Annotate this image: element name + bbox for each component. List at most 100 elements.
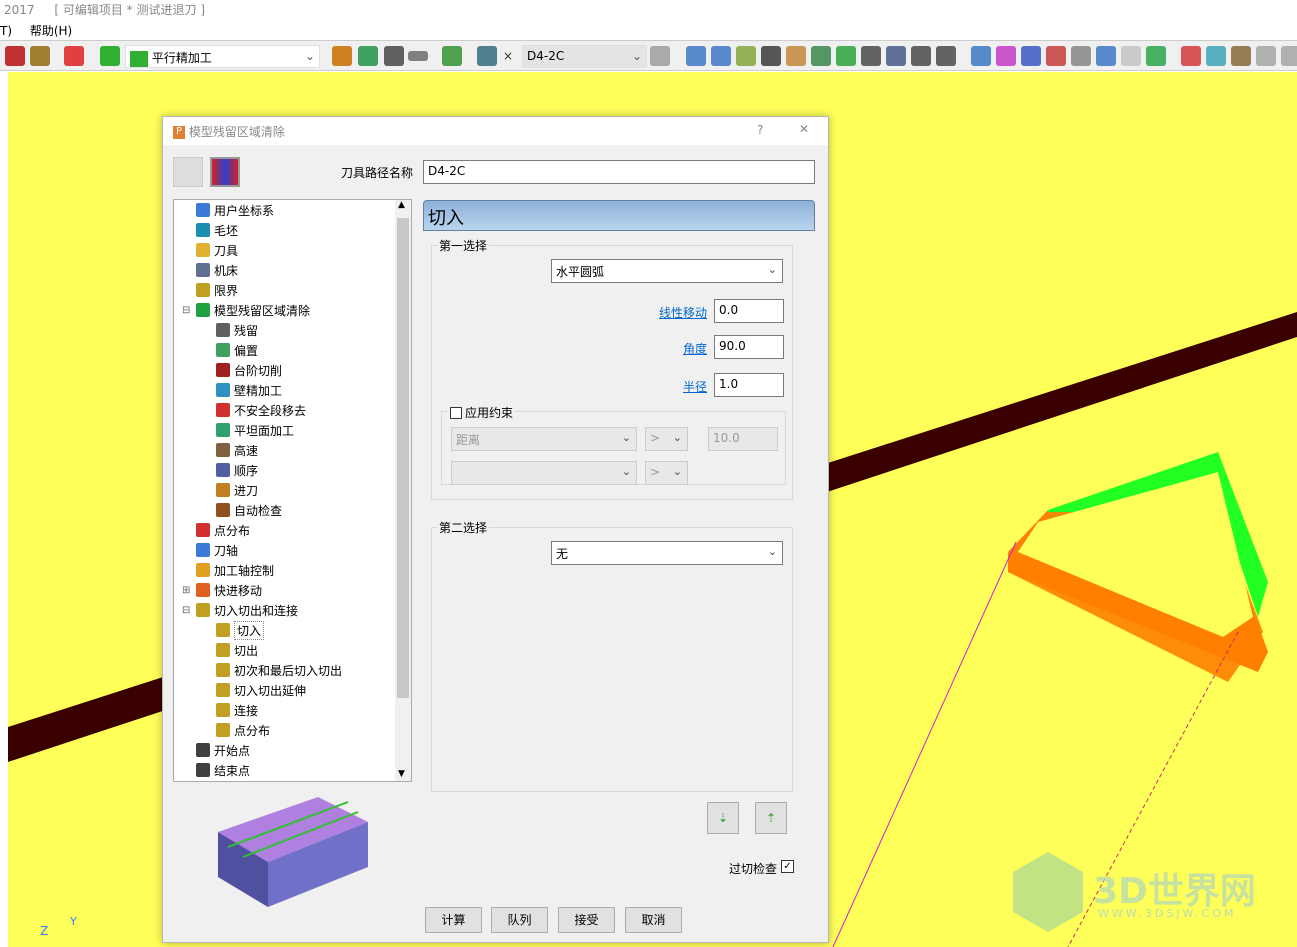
- constraint-type-select[interactable]: 距离 ⌄: [451, 427, 637, 451]
- toolbar-tool-icon[interactable]: [761, 46, 781, 66]
- second-choice-select[interactable]: 无 ⌄: [551, 541, 783, 565]
- first-choice-select[interactable]: 水平圆弧 ⌄: [551, 259, 783, 283]
- toolpath-preview-icon[interactable]: [210, 157, 240, 187]
- tree-item[interactable]: 点分布: [196, 520, 250, 540]
- gouge-check-checkbox[interactable]: ✓: [781, 860, 794, 873]
- radius-input[interactable]: 1.0: [714, 373, 784, 397]
- tree-item[interactable]: 自动检查: [216, 500, 282, 520]
- menu-help[interactable]: 帮助(H): [30, 24, 72, 38]
- tree-item[interactable]: ⊟ 模型残留区域清除: [182, 300, 310, 320]
- strategy-icon[interactable]: [100, 46, 120, 66]
- toolbar-tool-icon[interactable]: [686, 46, 706, 66]
- toolbar-tool-icon[interactable]: [1281, 46, 1297, 66]
- toolbar-tool-icon[interactable]: [836, 46, 856, 66]
- scroll-up-icon[interactable]: ▲: [398, 200, 405, 210]
- tool-select-icon[interactable]: [477, 46, 497, 66]
- tree-item[interactable]: 限界: [196, 280, 238, 300]
- verify-icon[interactable]: [358, 46, 378, 66]
- toolbar-tool-icon[interactable]: [1096, 46, 1116, 66]
- constraint-value-input[interactable]: 10.0: [708, 427, 778, 451]
- scroll-down-icon[interactable]: ▼: [398, 769, 405, 779]
- menu-tools[interactable]: T): [0, 24, 12, 38]
- toolbar-tool-icon[interactable]: [1256, 46, 1276, 66]
- tree-item[interactable]: 初次和最后切入切出: [216, 660, 342, 680]
- toolbar-tool-icon[interactable]: [996, 46, 1016, 66]
- toolpath-icon[interactable]: [5, 46, 25, 66]
- toolbar-tool-icon[interactable]: [1121, 46, 1141, 66]
- queue-button[interactable]: 队列: [491, 907, 548, 933]
- constraint-type-2-select[interactable]: ⌄: [451, 461, 637, 485]
- ruler-icon[interactable]: [408, 51, 428, 61]
- collision-icon[interactable]: [332, 46, 352, 66]
- calculator-icon[interactable]: [384, 46, 404, 66]
- swap-leads-button[interactable]: ⇡: [755, 802, 787, 834]
- tool-holder-icon[interactable]: [64, 46, 84, 66]
- tree-item[interactable]: ⊞ 快进移动: [182, 580, 262, 600]
- angle-link[interactable]: 角度: [633, 340, 707, 357]
- constraint-operator-2-select[interactable]: > ⌄: [645, 461, 688, 485]
- tree-item[interactable]: 加工轴控制: [196, 560, 274, 580]
- tree-item[interactable]: 平坦面加工: [216, 420, 294, 440]
- tree-item[interactable]: 台阶切削: [216, 360, 282, 380]
- tree-item[interactable]: 用户坐标系: [196, 200, 274, 220]
- toolbar-tool-icon[interactable]: [1231, 46, 1251, 66]
- apply-constraint-checkbox[interactable]: [450, 406, 462, 419]
- tree-item[interactable]: 切入切出延伸: [216, 680, 306, 700]
- toolbar-tool-icon[interactable]: [1071, 46, 1091, 66]
- toolbar-tool-icon[interactable]: [861, 46, 881, 66]
- toolbar-tool-icon[interactable]: [1206, 46, 1226, 66]
- tool-icon[interactable]: [30, 46, 50, 66]
- tree-item[interactable]: 高速: [216, 440, 258, 460]
- toolbar-tool-icon[interactable]: [1146, 46, 1166, 66]
- tree-item[interactable]: 顺序: [216, 460, 258, 480]
- block-icon[interactable]: [650, 46, 670, 66]
- toolbar-tool-icon[interactable]: [936, 46, 956, 66]
- constraint-operator-select[interactable]: > ⌄: [645, 427, 688, 451]
- clear-icon[interactable]: ×: [503, 49, 513, 63]
- tree-item[interactable]: 刀具: [196, 240, 238, 260]
- toolbar-tool-icon[interactable]: [1046, 46, 1066, 66]
- calculate-button[interactable]: 计算: [425, 907, 482, 933]
- toolbar-tool-icon[interactable]: [811, 46, 831, 66]
- recycle-icon[interactable]: [173, 157, 203, 187]
- scrollbar-thumb[interactable]: [397, 218, 409, 698]
- toolpath-combo[interactable]: D4-2C ⌄: [522, 45, 647, 68]
- help-button[interactable]: ?: [757, 123, 763, 137]
- tree-item[interactable]: 不安全段移去: [216, 400, 306, 420]
- cancel-button[interactable]: 取消: [625, 907, 682, 933]
- toolbar-tool-icon[interactable]: [971, 46, 991, 66]
- tree-item[interactable]: 壁精加工: [216, 380, 282, 400]
- tree-item[interactable]: 偏置: [216, 340, 258, 360]
- tree-item[interactable]: ⊟ 切入切出和连接: [182, 600, 298, 620]
- close-button[interactable]: ✕: [799, 122, 809, 136]
- toolbar-tool-icon[interactable]: [1021, 46, 1041, 66]
- tree-item[interactable]: 结束点: [196, 760, 250, 780]
- accept-button[interactable]: 接受: [558, 907, 615, 933]
- radius-link[interactable]: 半径: [633, 378, 707, 395]
- tree-item[interactable]: 连接: [216, 700, 258, 720]
- toolbar-tool-icon[interactable]: [736, 46, 756, 66]
- tree-item[interactable]: 机床: [196, 260, 238, 280]
- strategy-combo[interactable]: 平行精加工 ⌄: [125, 45, 320, 68]
- tree-expander-icon[interactable]: ⊟: [182, 605, 190, 616]
- fit-icon[interactable]: [442, 46, 462, 66]
- tree-item[interactable]: 刀轴: [196, 540, 238, 560]
- toolbar-tool-icon[interactable]: [786, 46, 806, 66]
- tree-item[interactable]: 进刀: [216, 480, 258, 500]
- tree-scrollbar[interactable]: ▲ ▼: [395, 200, 411, 781]
- tree-expander-icon[interactable]: ⊞: [182, 585, 190, 596]
- toolbar-tool-icon[interactable]: [711, 46, 731, 66]
- linear-move-input[interactable]: 0.0: [714, 299, 784, 323]
- toolbar-tool-icon[interactable]: [886, 46, 906, 66]
- tree-item[interactable]: 切出: [216, 640, 258, 660]
- tree-item[interactable]: 点分布: [216, 720, 270, 740]
- tree-item[interactable]: 残留: [216, 320, 258, 340]
- toolpath-name-input[interactable]: D4-2C: [423, 160, 815, 184]
- tree-expander-icon[interactable]: ⊟: [182, 305, 190, 316]
- tree-item[interactable]: 开始点: [196, 740, 250, 760]
- tree-item[interactable]: 切入: [216, 620, 265, 640]
- angle-input[interactable]: 90.0: [714, 335, 784, 359]
- tree-item[interactable]: 毛坯: [196, 220, 238, 240]
- copy-to-leadout-button[interactable]: ⇣: [707, 802, 739, 834]
- apply-constraint[interactable]: 应用约束: [448, 404, 516, 421]
